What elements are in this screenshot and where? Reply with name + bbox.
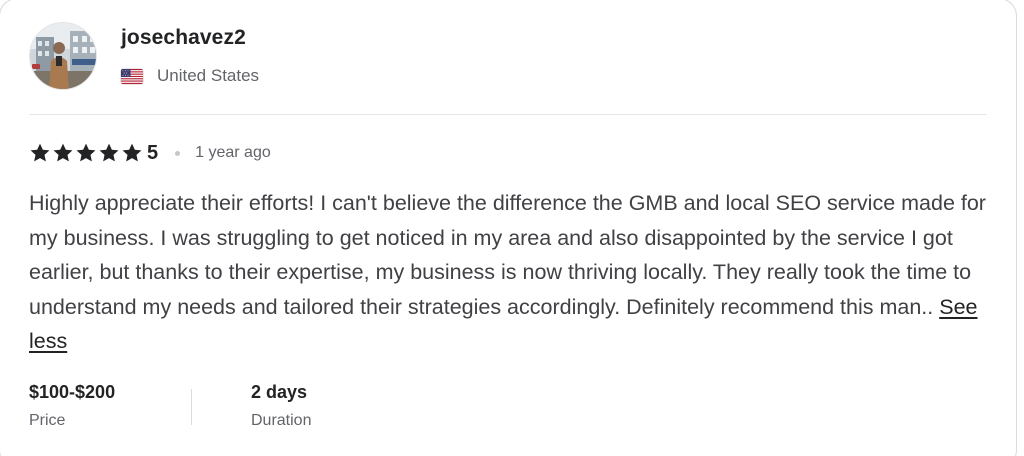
us-flag-icon	[121, 68, 143, 84]
price-block: $100-$200 Price	[29, 379, 115, 433]
rating-row: 5 1 year ago	[29, 140, 271, 166]
country-name: United States	[157, 66, 260, 85]
star-icon	[75, 142, 97, 164]
star-icon	[121, 142, 143, 164]
separator-dot	[175, 150, 181, 156]
avatar-photo	[30, 23, 96, 89]
star-icon	[98, 142, 120, 164]
price-value: $100-$200	[29, 382, 116, 402]
meta-divider	[191, 389, 192, 425]
star-icon	[52, 142, 74, 164]
reviewer-username[interactable]: josechavez2	[121, 26, 246, 50]
review-text: Highly appreciate their efforts! I can't…	[29, 186, 997, 359]
rating-value: 5	[147, 141, 159, 164]
section-divider	[29, 114, 987, 115]
star-rating	[29, 142, 144, 164]
review-time-ago: 1 year ago	[195, 144, 271, 161]
reviewer-country: United States	[121, 65, 259, 87]
duration-label: Duration	[251, 412, 312, 429]
review-body: Highly appreciate their efforts! I can't…	[29, 191, 986, 319]
price-label: Price	[29, 412, 66, 429]
review-card: josechavez2 United States 5 1 year ago H…	[0, 0, 1017, 456]
star-icon	[29, 142, 51, 164]
duration-value: 2 days	[251, 382, 308, 402]
duration-block: 2 days Duration	[251, 379, 311, 433]
reviewer-avatar[interactable]	[29, 22, 97, 90]
